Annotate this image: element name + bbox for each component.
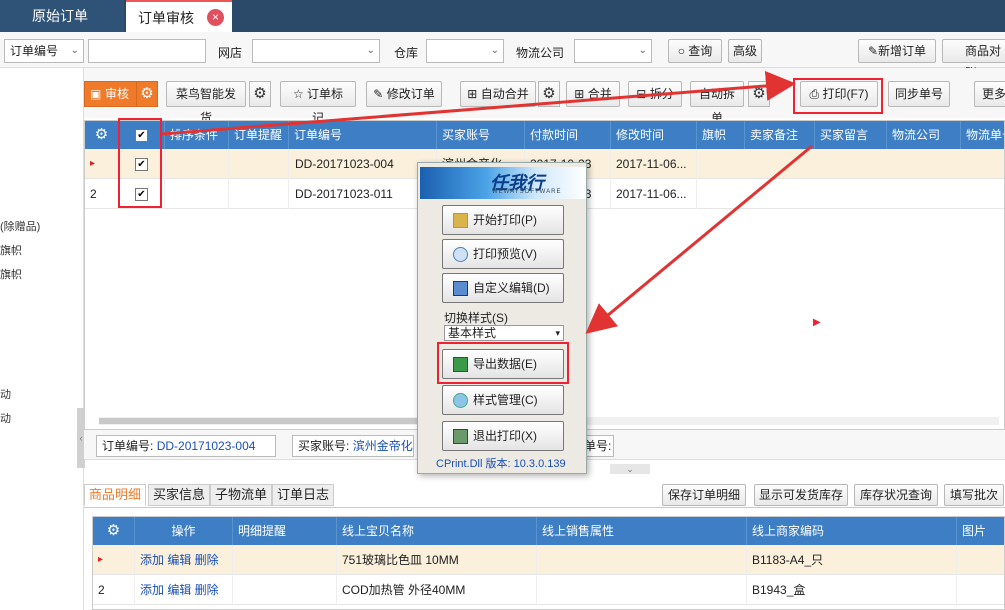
annotation-arrows [161,70,813,334]
arrow-to-print [161,70,796,136]
arrow-to-export [585,144,813,334]
